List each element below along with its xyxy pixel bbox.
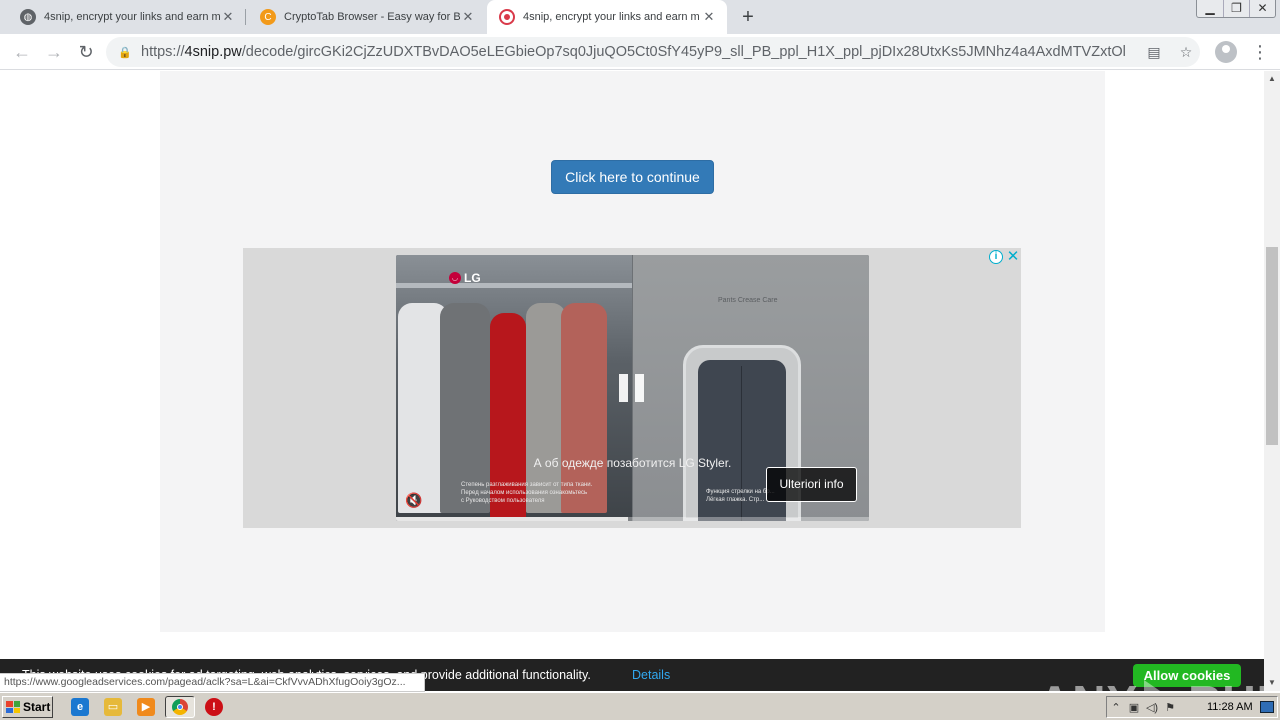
watermark-right: RUN: [1188, 676, 1264, 691]
ad-close-icon[interactable]: ✕: [1006, 249, 1020, 265]
tab-title: 4snip, encrypt your links and earn m: [523, 11, 700, 23]
close-window-icon[interactable]: ✕: [1249, 0, 1275, 17]
url-path: /decode/gircGKi2CjZzUDXTBvDAO5eLEGbieOp7…: [241, 44, 1126, 60]
scroll-down-icon[interactable]: ▼: [1264, 675, 1280, 691]
lock-icon[interactable]: 🔒: [118, 46, 132, 59]
chrome-icon[interactable]: [165, 696, 195, 718]
network-icon[interactable]: ▣: [1125, 701, 1143, 714]
tab-close-icon[interactable]: ✕: [701, 9, 717, 25]
url-scheme: https://: [141, 44, 185, 60]
scrollbar-thumb[interactable]: [1266, 247, 1278, 445]
volume-icon[interactable]: ◁): [1143, 701, 1161, 714]
fine-print-line: Функция стрелки на бр...: [706, 489, 775, 495]
show-desktop-icon[interactable]: [1260, 701, 1274, 713]
tab-4snip-active[interactable]: 4snip, encrypt your links and earn m ✕: [487, 0, 727, 34]
ad-more-info-button[interactable]: Ulteriori info: [766, 467, 857, 502]
browser-toolbar: ← → ↻ 🔒 https://4snip.pw/decode/gircGKi2…: [0, 34, 1280, 70]
menu-dots-icon[interactable]: ⋮: [1251, 40, 1269, 64]
ad-video[interactable]: ◡ LG Pants Crease Care А об одежде позабо…: [396, 255, 869, 521]
lg-logo: ◡ LG: [449, 271, 481, 285]
ie-icon[interactable]: e: [71, 698, 89, 716]
flag-icon[interactable]: ⚑: [1161, 701, 1179, 714]
windows-logo-icon: [6, 701, 20, 713]
bookmark-star-icon[interactable]: ☆: [1177, 43, 1195, 61]
folder-icon[interactable]: ▭: [104, 698, 122, 716]
lg-brand: LG: [464, 271, 481, 285]
hanger-rail: [396, 283, 632, 288]
address-bar[interactable]: 🔒 https://4snip.pw/decode/gircGKi2CjZzUD…: [106, 37, 1200, 67]
anyrun-watermark: ANY RUN: [1038, 675, 1264, 691]
fine-print-right: Функция стрелки на бр... Лёгкая глажка. …: [706, 488, 775, 504]
pause-icon[interactable]: [619, 374, 645, 402]
fine-print-left: Степень разглаживания зависит от типа тк…: [461, 481, 592, 505]
start-button[interactable]: Start: [2, 696, 53, 718]
muted-speaker-icon[interactable]: 🔇: [405, 491, 423, 509]
clock[interactable]: 11:28 AM: [1207, 701, 1253, 713]
url-text[interactable]: https://4snip.pw/decode/gircGKi2CjZzUDXT…: [141, 44, 1126, 60]
reload-icon[interactable]: ↻: [74, 40, 98, 64]
continue-button[interactable]: Click here to continue: [551, 160, 714, 194]
product-label: Pants Crease Care: [718, 297, 778, 304]
fine-print-line: Перед началом использования ознакомьтесь: [461, 490, 588, 496]
4snip-shield-icon: [499, 9, 515, 25]
cryptotab-icon: C: [260, 9, 276, 25]
lg-logo-icon: ◡: [449, 272, 461, 284]
media-player-icon[interactable]: ▶: [137, 698, 155, 716]
tab-title: 4snip, encrypt your links and earn m: [44, 11, 220, 23]
page-scrollbar[interactable]: ▲ ▼: [1264, 71, 1280, 691]
new-tab-button[interactable]: +: [736, 5, 760, 29]
window-controls: ▁ ❐ ✕: [1196, 0, 1276, 18]
start-label: Start: [23, 700, 51, 714]
fine-print-line: с Руководством пользователя: [461, 498, 545, 504]
tab-4snip-1[interactable]: ◍ 4snip, encrypt your links and earn m ✕: [8, 0, 246, 34]
fine-print-line: Лёгкая глажка. Стр...: [706, 497, 765, 503]
tab-close-icon[interactable]: ✕: [220, 9, 236, 25]
video-progress-fill: [396, 517, 628, 521]
tab-cryptotab[interactable]: C CryptoTab Browser - Easy way for B ✕: [248, 0, 486, 34]
tab-strip: ◍ 4snip, encrypt your links and earn m ✕…: [0, 0, 1280, 34]
scroll-up-icon[interactable]: ▲: [1264, 71, 1280, 87]
windows-taskbar: Start e ▭ ▶ ! ⌃ ▣ ◁) ⚑ 11:28 AM: [0, 692, 1280, 720]
video-progress-bar[interactable]: [396, 517, 869, 521]
globe-icon: ◍: [20, 9, 36, 25]
page-viewport: Click here to continue i ✕ ◡ LG Pants Cre…: [0, 71, 1264, 691]
back-arrow-icon[interactable]: ←: [10, 40, 34, 64]
minimize-icon[interactable]: ▁: [1197, 0, 1223, 17]
restore-icon[interactable]: ❐: [1223, 0, 1249, 17]
translate-icon[interactable]: ▤: [1145, 43, 1163, 61]
opera-icon[interactable]: !: [205, 698, 223, 716]
system-tray: ⌃ ▣ ◁) ⚑ 11:28 AM: [1106, 696, 1278, 718]
play-logo-icon: [1144, 679, 1183, 691]
url-host: 4snip.pw: [184, 44, 242, 60]
fine-print-line: Степень разглаживания зависит от типа тк…: [461, 482, 593, 488]
watermark-left: ANY: [1038, 676, 1138, 691]
show-hidden-icon[interactable]: ⌃: [1107, 701, 1125, 714]
profile-avatar-icon[interactable]: [1215, 41, 1237, 63]
ad-choices-info-icon[interactable]: i: [989, 250, 1003, 264]
tab-title: CryptoTab Browser - Easy way for B: [284, 11, 460, 23]
status-bar-url: https://www.googleadservices.com/pagead/…: [0, 673, 425, 692]
forward-arrow-icon[interactable]: →: [42, 40, 66, 64]
cookie-details-link[interactable]: Details: [632, 668, 670, 682]
tab-close-icon[interactable]: ✕: [460, 9, 476, 25]
